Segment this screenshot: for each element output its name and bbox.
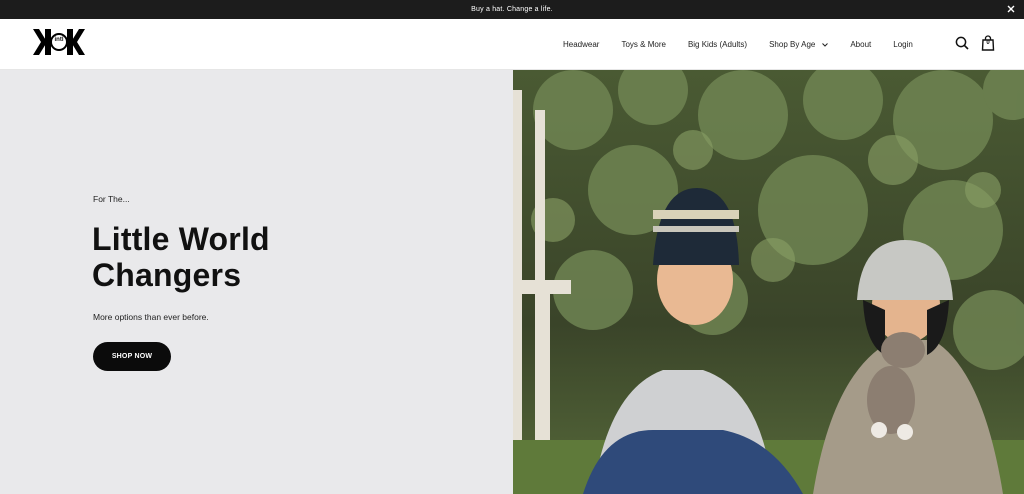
site-header: intl Headwear Toys & More Big Kids (Adul…	[0, 19, 1024, 70]
hero-headline-line1: Little World	[92, 221, 270, 257]
nav-toys-and-more[interactable]: Toys & More	[621, 40, 665, 49]
brand-logo[interactable]: intl	[31, 27, 87, 61]
hero-subtext: More options than ever before.	[93, 312, 209, 322]
main-nav: Headwear Toys & More Big Kids (Adults) S…	[563, 19, 913, 70]
hero-image[interactable]	[513, 70, 1024, 494]
chevron-down-icon	[822, 42, 829, 47]
announcement-bar: Buy a hat. Change a life.	[0, 0, 1024, 19]
nav-login[interactable]: Login	[893, 40, 913, 49]
shopping-bag-icon[interactable]: 0	[980, 35, 996, 51]
nav-shop-by-age-label: Shop By Age	[769, 40, 816, 49]
hero-eyebrow: For The...	[93, 194, 130, 204]
hero-headline: Little World Changers	[92, 221, 412, 293]
shop-now-button[interactable]: SHOP NOW	[93, 342, 171, 371]
search-icon[interactable]	[954, 35, 970, 51]
nav-shop-by-age[interactable]: Shop By Age	[769, 40, 829, 49]
nav-big-kids[interactable]: Big Kids (Adults)	[688, 40, 747, 49]
hero-text-panel: For The... Little World Changers More op…	[0, 70, 513, 494]
logo-wordmark: intl	[54, 37, 64, 43]
announcement-text: Buy a hat. Change a life.	[471, 6, 553, 13]
hero-headline-line2: Changers	[92, 257, 242, 293]
nav-headwear[interactable]: Headwear	[563, 40, 599, 49]
nav-about[interactable]: About	[850, 40, 871, 49]
cart-count-badge: 0	[986, 40, 990, 46]
close-icon[interactable]	[1005, 3, 1017, 15]
